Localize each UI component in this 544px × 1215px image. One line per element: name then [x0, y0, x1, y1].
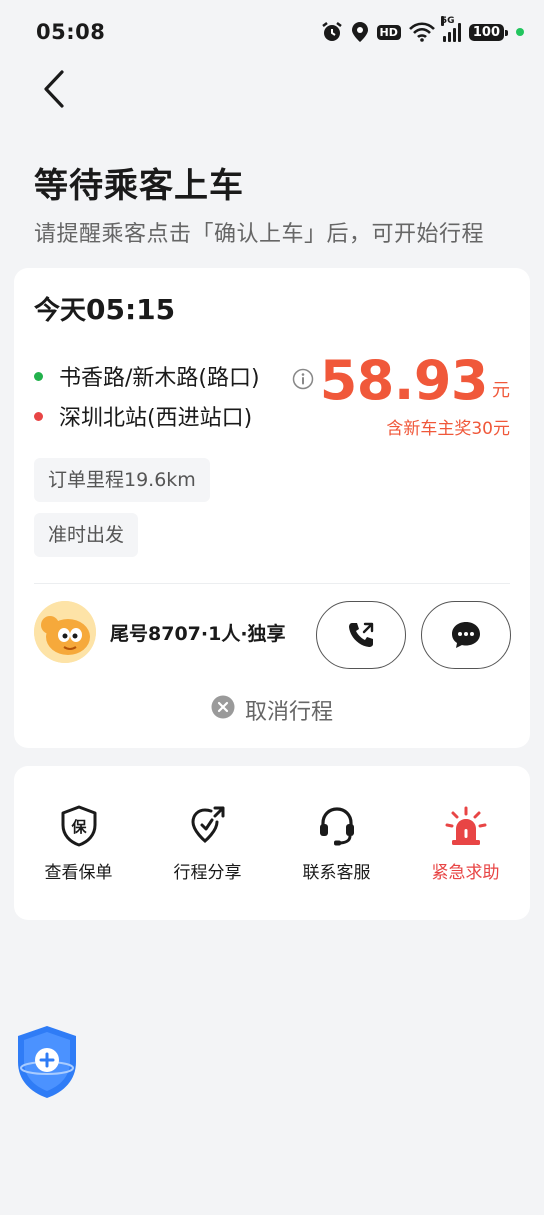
action-label: 行程分享	[173, 862, 242, 883]
action-label: 查看保单	[44, 862, 113, 883]
safety-center-button[interactable]	[12, 1022, 82, 1102]
contact-support-button[interactable]: 联系客服	[277, 804, 397, 883]
back-arrow-icon	[44, 70, 64, 108]
battery-indicator: 100	[468, 23, 509, 41]
close-circle-icon	[211, 695, 235, 725]
ontime-tag: 准时出发	[34, 513, 139, 557]
info-icon[interactable]	[292, 368, 314, 394]
phone-icon	[349, 622, 374, 647]
privacy-dot	[516, 28, 524, 36]
status-time: 05:08	[36, 20, 106, 44]
trip-clock: 05:15	[86, 293, 176, 326]
alarm-icon	[445, 804, 487, 848]
route: 书香路/新木路(路口) 深圳北站(西进站口)	[34, 356, 260, 436]
divider	[34, 583, 510, 584]
fare-amount: 58.93	[319, 349, 489, 412]
pickup-row: 书香路/新木路(路口)	[34, 356, 260, 396]
share-trip-icon	[189, 804, 227, 848]
safety-shield-icon	[18, 1026, 76, 1098]
passenger-info: 尾号8707·1人·独享	[110, 622, 286, 645]
insurance-icon: 保	[60, 804, 98, 848]
page-title: 等待乘客上车	[34, 166, 244, 206]
action-label: 联系客服	[302, 862, 371, 883]
cancel-trip-button[interactable]: 取消行程	[14, 694, 530, 726]
trip-card: 今天05:15 书香路/新木路(路口) 深圳北站(西进站口) 58.93 元 含…	[14, 268, 530, 748]
avatar	[34, 601, 96, 663]
action-label: 紧急求助	[431, 862, 500, 883]
hd-badge: HD	[376, 24, 401, 40]
alarm-clock-icon	[321, 21, 343, 43]
status-bar: 05:08 HD 5G 100	[0, 0, 544, 64]
location-icon	[351, 21, 369, 43]
actions-card: 保 查看保单 行程分享 联系客服 紧急求助	[14, 766, 530, 920]
chat-icon	[452, 622, 480, 648]
fare-block: 58.93 元 含新车主奖30元	[292, 354, 510, 439]
dropoff-dot	[34, 411, 43, 421]
headset-icon	[317, 804, 357, 848]
trip-day: 今天	[34, 296, 87, 326]
wifi-icon	[408, 22, 435, 42]
dropoff-row: 深圳北站(西进站口)	[34, 396, 260, 436]
call-button[interactable]	[316, 601, 406, 669]
fare-bonus: 含新车主奖30元	[386, 419, 510, 439]
signal-icon: 5G	[440, 16, 461, 42]
dropoff-address: 深圳北站(西进站口)	[59, 406, 253, 431]
pickup-address: 书香路/新木路(路口)	[59, 366, 260, 391]
message-button[interactable]	[421, 601, 511, 669]
back-button[interactable]	[34, 66, 74, 112]
page-subtitle: 请提醒乘客点击「确认上车」后，可开始行程	[34, 222, 485, 247]
svg-text:保: 保	[70, 818, 87, 836]
trip-time: 今天05:15	[34, 290, 175, 327]
cancel-trip-label: 取消行程	[244, 700, 333, 725]
status-icons: HD 5G 100	[321, 16, 524, 43]
distance-tag: 订单里程19.6km	[34, 458, 210, 502]
pickup-dot	[34, 371, 43, 381]
emergency-help-button[interactable]: 紧急求助	[406, 804, 526, 883]
passenger-row: 尾号8707·1人·独享	[34, 601, 286, 663]
share-trip-button[interactable]: 行程分享	[148, 804, 268, 883]
fare-unit: 元	[492, 380, 510, 401]
view-insurance-button[interactable]: 保 查看保单	[19, 804, 139, 883]
